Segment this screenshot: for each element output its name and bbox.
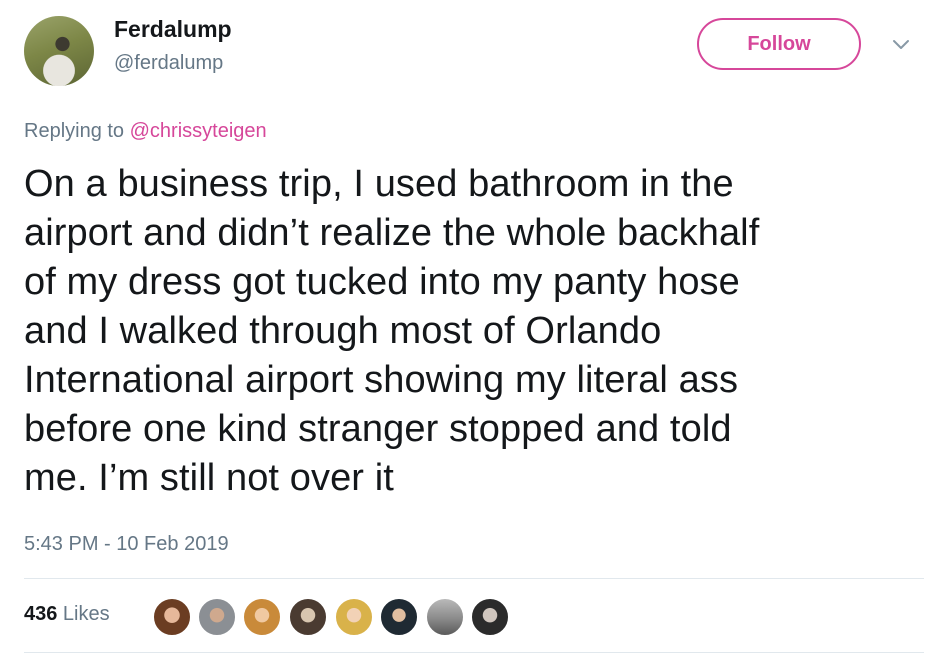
liker-avatar[interactable] [242,597,282,637]
liker-avatar[interactable] [152,597,192,637]
tweet-timestamp[interactable]: 5:43 PM - 10 Feb 2019 [24,533,229,556]
display-name[interactable]: Ferdalump [114,16,232,43]
tweet-line: of my dress got tucked into my panty hos… [24,261,740,303]
tweet-line: On a business trip, I used bathroom in t… [24,163,734,205]
replying-to: Replying to @chrissyteigen [24,120,267,143]
liker-avatar[interactable] [379,597,419,637]
follow-button[interactable]: Follow [697,18,861,70]
liker-avatar[interactable] [288,597,328,637]
replying-prefix: Replying to [24,120,130,142]
tweet-line: and I walked through most of Orlando [24,310,662,352]
tweet-line: me. I’m still not over it [24,457,394,499]
divider [24,578,924,579]
tweet-line: International airport showing my literal… [24,359,739,401]
liker-avatar[interactable] [425,597,465,637]
reply-mention-link[interactable]: @chrissyteigen [130,120,267,142]
liker-avatar[interactable] [334,597,374,637]
chevron-down-icon[interactable] [890,34,912,56]
user-handle[interactable]: @ferdalump [114,52,223,75]
likes-count[interactable]: 436 Likes [24,603,110,626]
likes-number: 436 [24,603,58,625]
tweet-line: before one kind stranger stopped and tol… [24,408,732,450]
divider [24,652,924,653]
tweet-text: On a business trip, I used bathroom in t… [24,160,924,503]
liker-avatar[interactable] [197,597,237,637]
liker-avatar[interactable] [470,597,510,637]
tweet-line: airport and didn’t realize the whole bac… [24,212,760,254]
likes-label: Likes [57,603,110,625]
profile-avatar[interactable] [24,16,94,86]
